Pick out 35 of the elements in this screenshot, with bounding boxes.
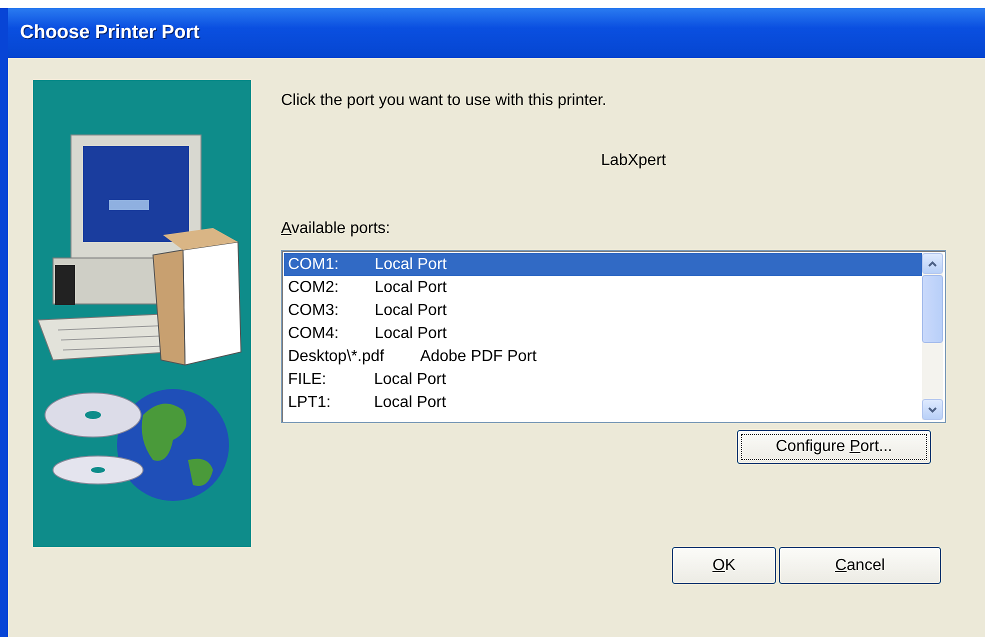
port-name: Desktop\*.pdf (288, 347, 386, 367)
port-name: COM4: (288, 324, 340, 344)
port-list-item[interactable]: FILE: Local Port (284, 368, 922, 391)
port-name: FILE: (288, 370, 328, 390)
port-description: Local Port (374, 394, 446, 411)
port-description: Local Port (374, 279, 447, 296)
port-description: Local Port (374, 256, 447, 273)
dialog-button[interactable]: OK (672, 547, 776, 584)
port-description: Local Port (374, 302, 447, 319)
chevron-up-icon (928, 260, 937, 266)
dialog-button[interactable]: Cancel (779, 547, 941, 584)
port-list-item[interactable]: COM2: Local Port (284, 276, 922, 299)
chevron-down-icon (928, 406, 937, 412)
port-description: Local Port (374, 325, 447, 342)
scrollbar-thumb[interactable] (922, 275, 943, 343)
port-name: LPT1: (288, 393, 332, 413)
port-list-item[interactable]: COM4: Local Port (284, 322, 922, 345)
port-list-item[interactable]: LPT1: Local Port (284, 391, 922, 414)
port-list-item[interactable]: COM3: Local Port (284, 299, 922, 322)
port-name: COM2: (288, 278, 340, 298)
scroll-up-button[interactable] (922, 253, 943, 274)
port-list-item[interactable]: COM1: Local Port (284, 253, 922, 276)
ports-label: Available ports: (281, 220, 392, 238)
configure-port-button[interactable]: Configure Port... (737, 430, 931, 464)
port-list-item[interactable]: Desktop\*.pdf Adobe PDF Port (284, 345, 922, 368)
printer-name: LabXpert (601, 152, 666, 170)
vertical-scrollbar[interactable] (922, 253, 943, 420)
scroll-down-button[interactable] (922, 399, 943, 420)
instruction-text: Click the port you want to use with this printer. (281, 92, 608, 110)
port-description: Local Port (374, 371, 446, 388)
ports-listbox[interactable]: COM1: Local Port COM2: Local Port COM3: Local Port COM4: Local Port Desktop\*.pdf Adobe PDF Port FILE: Local Port LPT1: Local Port (281, 250, 946, 423)
port-name: COM1: (288, 255, 340, 275)
port-description: Adobe PDF Port (420, 348, 537, 365)
window-title: Choose Printer Port (20, 22, 200, 44)
port-name: COM3: (288, 301, 340, 321)
